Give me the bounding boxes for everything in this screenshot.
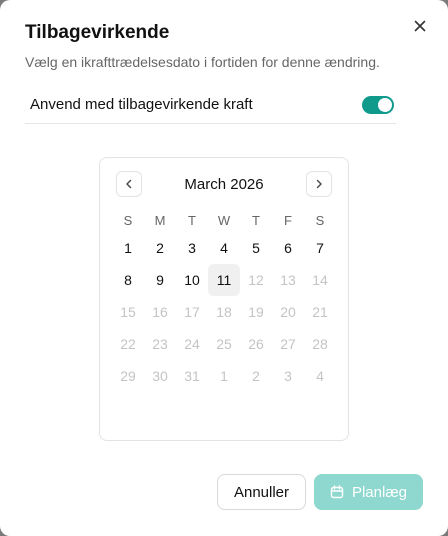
calendar-day[interactable]: 1 xyxy=(112,232,144,264)
calendar-day[interactable]: 2 xyxy=(144,232,176,264)
calendar-day[interactable]: 9 xyxy=(144,264,176,296)
calendar-day: 13 xyxy=(280,272,296,288)
calendar-day: 18 xyxy=(216,304,232,320)
calendar-day-today[interactable]: 11 xyxy=(208,264,240,296)
dialog-description: Vælg en ikrafttrædelsesdato i fortiden f… xyxy=(25,54,380,70)
calendar-day[interactable]: 5 xyxy=(240,232,272,264)
calendar-day: 14 xyxy=(312,272,328,288)
calendar-day: 23 xyxy=(152,336,168,352)
switch-knob xyxy=(378,97,392,112)
calendar-day: 20 xyxy=(280,304,296,320)
dialog-title: Tilbagevirkende xyxy=(25,22,170,43)
weekday-header: W xyxy=(217,212,231,228)
calendar-grid: S M T W T F S 1 2 3 4 5 6 7 8 9 10 11 12 13 14 15 16 17 18 19 20 21… xyxy=(112,208,336,392)
calendar-day: 19 xyxy=(248,304,264,320)
retroactive-toggle-row: Anvend med tilbagevirkende kraft xyxy=(25,86,396,124)
calendar-day: 1 xyxy=(220,368,228,384)
calendar-day[interactable]: 6 xyxy=(272,232,304,264)
weekday-header: M xyxy=(154,212,166,228)
calendar-day: 29 xyxy=(120,368,136,384)
date-picker: March 2026 S M T W T F S 1 2 3 4 5 6 7 8 9 10 11 12 13 14 15 1… xyxy=(99,157,349,441)
calendar-day: 28 xyxy=(312,336,328,352)
calendar-day: 24 xyxy=(184,336,200,352)
schedule-button-label: Planlæg xyxy=(351,483,408,501)
weekday-header: S xyxy=(315,212,325,228)
calendar-day[interactable]: 4 xyxy=(208,232,240,264)
calendar-day: 2 xyxy=(252,368,260,384)
cancel-button[interactable]: Annuller xyxy=(217,474,306,510)
calendar-day[interactable]: 8 xyxy=(112,264,144,296)
calendar-day: 3 xyxy=(284,368,292,384)
close-icon xyxy=(414,20,426,32)
calendar-day: 30 xyxy=(152,368,168,384)
calendar-day[interactable]: 3 xyxy=(176,232,208,264)
calendar-day: 16 xyxy=(152,304,168,320)
calendar-day: 25 xyxy=(216,336,232,352)
calendar-day[interactable]: 10 xyxy=(176,264,208,296)
close-button[interactable] xyxy=(410,16,430,36)
weekday-header: T xyxy=(252,212,260,228)
retroactive-dialog: Tilbagevirkende Vælg en ikrafttrædelsesd… xyxy=(0,0,448,536)
calendar-day: 12 xyxy=(248,272,264,288)
weekday-header: T xyxy=(188,212,196,228)
calendar-day: 4 xyxy=(316,368,324,384)
calendar-day: 27 xyxy=(280,336,296,352)
chevron-right-icon xyxy=(316,179,322,189)
next-month-button[interactable] xyxy=(306,171,332,197)
calendar-day: 22 xyxy=(120,336,136,352)
schedule-button[interactable]: Planlæg xyxy=(314,474,423,510)
weekday-header: F xyxy=(284,212,292,228)
calendar-day: 31 xyxy=(184,368,200,384)
calendar-day: 21 xyxy=(312,304,328,320)
retroactive-switch[interactable] xyxy=(362,95,394,114)
calendar-day: 15 xyxy=(120,304,136,320)
retroactive-toggle-label: Anvend med tilbagevirkende kraft xyxy=(30,96,253,113)
calendar-icon xyxy=(330,485,344,499)
weekday-header: S xyxy=(123,212,133,228)
calendar-day[interactable]: 7 xyxy=(304,232,336,264)
calendar-day: 26 xyxy=(248,336,264,352)
calendar-day: 17 xyxy=(184,304,200,320)
